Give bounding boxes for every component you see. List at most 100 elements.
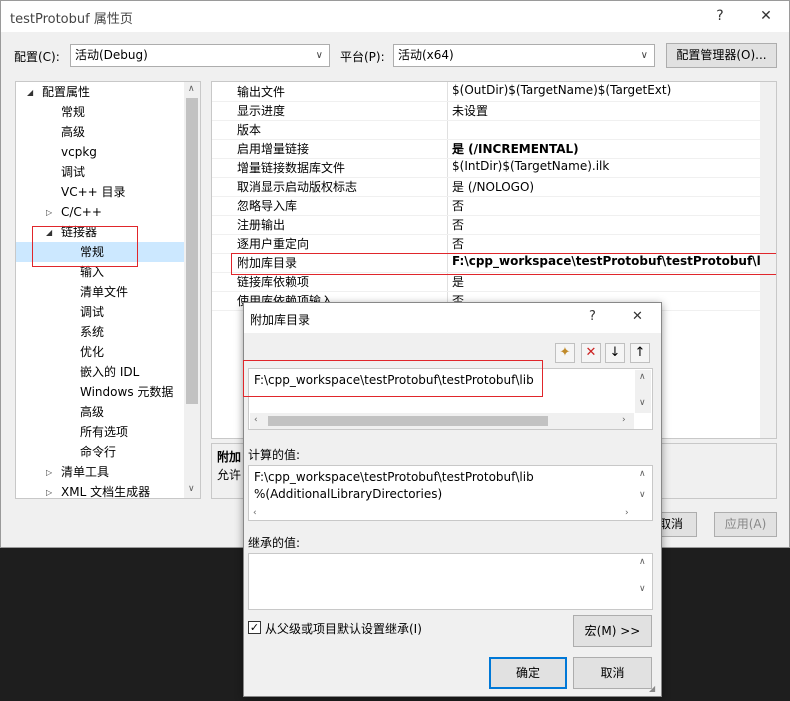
tree-item[interactable]: 清单工具 — [61, 462, 109, 482]
computed-values-box: F:\cpp_workspace\testProtobuf\testProtob… — [248, 465, 653, 521]
property-row[interactable]: 增量链接数据库文件 $(IntDir)$(TargetName).ilk — [212, 158, 776, 178]
entry-highlight-box — [243, 360, 543, 397]
description-title: 附加 — [217, 450, 242, 464]
property-name: 逐用户重定向 — [237, 237, 310, 251]
scroll-right-icon[interactable]: › — [622, 415, 626, 425]
tree-item[interactable]: XML 文档生成器 — [61, 482, 150, 498]
scroll-up-icon[interactable]: ∧ — [188, 84, 195, 94]
scroll-down-icon[interactable]: ∨ — [639, 490, 646, 500]
chevron-down-icon: ∨ — [640, 50, 648, 61]
tree-item[interactable]: 所有选项 — [80, 422, 128, 442]
chevron-down-icon: ∨ — [315, 50, 323, 61]
scroll-up-icon[interactable]: ∧ — [639, 469, 646, 479]
tree-item[interactable]: 调试 — [80, 302, 104, 322]
tree-item[interactable]: 系统 — [80, 322, 104, 342]
tree-item[interactable]: 命令行 — [80, 442, 116, 462]
property-name: 版本 — [237, 123, 262, 137]
macro-button[interactable]: 宏(M) >> — [573, 615, 652, 647]
computed-value: F:\cpp_workspace\testProtobuf\testProtob… — [254, 470, 534, 484]
platform-select[interactable]: 活动(x64) ∨ — [393, 44, 655, 67]
scroll-down-icon[interactable]: ∨ — [639, 584, 646, 594]
tree-item[interactable]: 高级 — [61, 122, 85, 142]
property-name: 启用增量链接 — [237, 142, 310, 156]
property-row[interactable]: 启用增量链接 是 (/INCREMENTAL) — [212, 139, 776, 159]
property-row[interactable]: 取消显示启动版权标志 是 (/NOLOGO) — [212, 177, 776, 197]
title-bar: testProtobuf 属性页 ? ✕ — [1, 1, 789, 32]
inherit-checkbox-label[interactable]: 从父级或项目默认设置继承(I) — [265, 620, 422, 637]
tree-item[interactable]: 优化 — [80, 342, 104, 362]
scroll-down-icon[interactable]: ∨ — [639, 398, 646, 408]
inherit-checkbox[interactable]: ✓ — [248, 621, 261, 634]
tree-item[interactable]: 常规 — [61, 102, 85, 122]
property-row[interactable]: 版本 — [212, 120, 776, 140]
property-row[interactable]: 显示进度 未设置 — [212, 101, 776, 121]
property-name: 链接库依赖项 — [237, 275, 310, 289]
resize-grip-icon[interactable]: ◢ — [649, 684, 659, 694]
move-up-icon[interactable]: ↑ — [630, 343, 650, 363]
config-select[interactable]: 活动(Debug) ∨ — [70, 44, 330, 67]
tree-item[interactable]: 高级 — [80, 402, 104, 422]
property-name: 注册输出 — [237, 218, 286, 232]
new-folder-icon[interactable]: ✦ — [555, 343, 575, 363]
ok-button[interactable]: 确定 — [489, 657, 567, 689]
property-name: 取消显示启动版权标志 — [237, 180, 358, 194]
property-row[interactable]: 忽略导入库 否 — [212, 196, 776, 216]
scroll-down-icon[interactable]: ∨ — [188, 484, 195, 494]
help-button[interactable]: ? — [705, 4, 735, 28]
property-name: 忽略导入库 — [237, 199, 298, 213]
property-value: 是 (/INCREMENTAL) — [452, 142, 579, 156]
scroll-left-icon[interactable]: ‹ — [253, 508, 257, 518]
collapsed-triangle-icon[interactable]: ▷ — [46, 488, 52, 497]
scroll-left-icon[interactable]: ‹ — [254, 415, 258, 425]
property-row[interactable]: 输出文件 $(OutDir)$(TargetName)$(TargetExt) — [212, 82, 776, 102]
property-value: 否 — [452, 199, 465, 213]
close-button[interactable]: ✕ — [751, 4, 781, 28]
collapsed-triangle-icon[interactable]: ▷ — [46, 208, 52, 217]
property-tree: ◢ 配置属性 常规 高级 vcpkg 调试 VC++ 目录 ▷ C/C++ ◢ 链接器 常规 输入 清单文… — [15, 81, 201, 499]
delete-icon[interactable]: ✕ — [581, 343, 601, 363]
list-hscroll-thumb[interactable] — [268, 416, 548, 426]
property-row[interactable]: 注册输出 否 — [212, 215, 776, 235]
tree-item[interactable]: vcpkg — [61, 142, 97, 162]
tree-item[interactable]: 清单文件 — [80, 282, 128, 302]
expanded-triangle-icon[interactable]: ◢ — [27, 88, 33, 97]
tree-scrollbar[interactable]: ∧ ∨ — [184, 82, 200, 498]
property-value: 否 — [452, 218, 465, 232]
move-down-icon[interactable]: ↓ — [605, 343, 625, 363]
inherited-label: 继承的值: — [248, 536, 301, 550]
tree-item[interactable]: 嵌入的 IDL — [80, 362, 139, 382]
config-value: 活动(Debug) — [75, 48, 148, 62]
tree-scroll-thumb[interactable] — [186, 98, 198, 404]
config-manager-button[interactable]: 配置管理器(O)... — [666, 43, 777, 68]
tree-item[interactable]: 配置属性 — [42, 82, 90, 102]
list-hscrollbar[interactable]: ‹ › — [250, 413, 634, 429]
list-vscrollbar[interactable]: ∧ ∨ — [635, 370, 651, 413]
property-value: $(IntDir)$(TargetName).ilk — [452, 159, 610, 173]
inherited-values-box: ∧ ∨ — [248, 553, 653, 610]
computed-label: 计算的值: — [248, 448, 301, 462]
linker-highlight-box — [32, 226, 138, 267]
dialog-close-button[interactable]: ✕ — [632, 309, 643, 324]
scroll-up-icon[interactable]: ∧ — [639, 557, 646, 567]
collapsed-triangle-icon[interactable]: ▷ — [46, 468, 52, 477]
tree-item[interactable]: Windows 元数据 — [80, 382, 173, 402]
property-value: $(OutDir)$(TargetName)$(TargetExt) — [452, 83, 672, 97]
dialog-cancel-button[interactable]: 取消 — [573, 657, 652, 689]
tree-item[interactable]: C/C++ — [61, 202, 102, 222]
scroll-up-icon[interactable]: ∧ — [639, 372, 646, 382]
scroll-right-icon[interactable]: › — [625, 508, 629, 518]
window-title: testProtobuf 属性页 — [10, 12, 133, 27]
apply-button[interactable]: 应用(A) — [714, 512, 777, 537]
dialog-title: 附加库目录 — [250, 313, 311, 327]
property-row[interactable]: 链接库依赖项 是 — [212, 272, 776, 292]
tree-item[interactable]: VC++ 目录 — [61, 182, 126, 202]
tree-item[interactable]: 调试 — [61, 162, 85, 182]
dialog-help-button[interactable]: ? — [589, 309, 596, 324]
property-value: 是 (/NOLOGO) — [452, 180, 535, 194]
property-name: 输出文件 — [237, 85, 286, 99]
computed-value: %(AdditionalLibraryDirectories) — [254, 487, 443, 501]
property-value: 是 — [452, 275, 465, 289]
description-text: 允许 — [217, 468, 242, 482]
platform-value: 活动(x64) — [398, 48, 454, 62]
property-row[interactable]: 逐用户重定向 否 — [212, 234, 776, 254]
